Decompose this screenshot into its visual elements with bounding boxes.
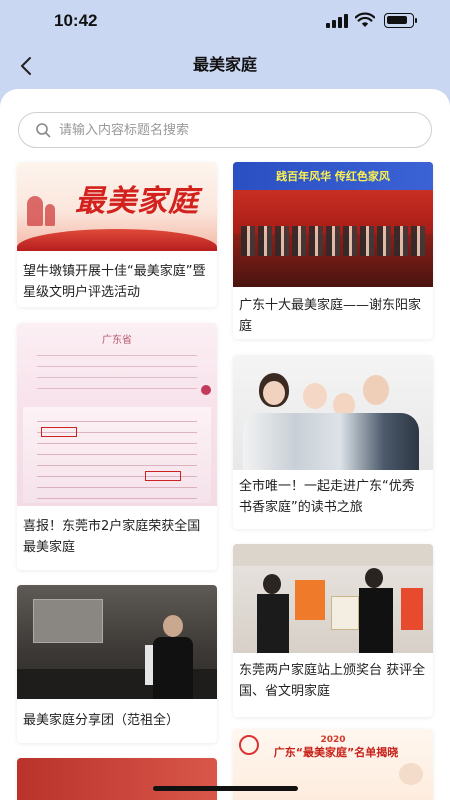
search-input[interactable] (59, 122, 399, 138)
search-bar[interactable] (18, 112, 432, 148)
battery-level (387, 16, 407, 24)
news-card[interactable]: 最美家庭分享团（范祖全） (17, 585, 217, 743)
card-image-caption: 广东省 (102, 335, 132, 346)
family-silhouette (27, 196, 43, 226)
card-image-caption: 最美家庭 (75, 184, 199, 219)
status-time: 10:42 (54, 11, 98, 30)
card-image (233, 544, 433, 653)
battery-icon (384, 13, 417, 28)
list-decoration (37, 349, 197, 397)
news-card[interactable]: 广东省 喜报！东莞市2户家庭荣获全国最美家庭 (17, 323, 217, 570)
card-image-year: 2020 (320, 735, 346, 745)
news-card[interactable]: 全市唯一！一起走进广东“优秀书香家庭”的读书之旅 (233, 355, 433, 529)
group-of-people (241, 226, 425, 256)
red-wave-decoration (17, 229, 217, 251)
highlight-box (145, 471, 181, 481)
card-title: 东莞两户家庭站上颁奖台 获评全国、省文明家庭 (239, 663, 426, 699)
page-title: 最美家庭 (192, 55, 257, 74)
speaker (163, 615, 183, 637)
card-title: 望牛墩镇开展十佳“最美家庭”暨星级文明户评选活动 (23, 264, 206, 300)
signal-icon (326, 14, 348, 28)
search-icon (36, 123, 51, 138)
card-image: 广东省 (17, 323, 217, 506)
projector-screen (33, 599, 103, 643)
card-image (233, 355, 433, 470)
card-image-caption: 践百年风华 传红色家风 (276, 170, 390, 183)
card-image: 践百年风华 传红色家风 (233, 162, 433, 287)
highlight-box (41, 427, 77, 437)
card-title: 喜报！东莞市2户家庭荣获全国最美家庭 (23, 519, 201, 555)
card-image-caption: 广东“最美家庭”名单揭晓 (273, 746, 399, 759)
award-ceremony (263, 574, 281, 594)
card-title: 最美家庭分享团（范祖全） (23, 713, 180, 728)
card-title: 全市唯一！一起走进广东“优秀书香家庭”的读书之旅 (239, 479, 415, 515)
certificate (331, 596, 359, 630)
content-panel: 最美家庭 望牛墩镇开展十佳“最美家庭”暨星级文明户评选活动 践百年风华 传红色家… (0, 89, 450, 800)
news-card[interactable]: 践百年风华 传红色家风 广东十大最美家庭——谢东阳家庭 (233, 162, 433, 339)
nav-bar: 最美家庭 (0, 44, 450, 92)
home-indicator[interactable] (153, 786, 298, 791)
news-card[interactable]: 最美家庭 望牛墩镇开展十佳“最美家庭”暨星级文明户评选活动 (17, 162, 217, 307)
card-image (17, 758, 217, 800)
card-title: 广东十大最美家庭——谢东阳家庭 (239, 298, 422, 334)
wifi-icon (355, 12, 375, 27)
card-image (17, 585, 217, 699)
news-card[interactable]: 东莞两户家庭站上颁奖台 获评全国、省文明家庭 (233, 544, 433, 717)
card-image: 最美家庭 (17, 162, 217, 251)
news-card[interactable] (17, 758, 217, 800)
status-bar: 10:42 (0, 0, 450, 44)
